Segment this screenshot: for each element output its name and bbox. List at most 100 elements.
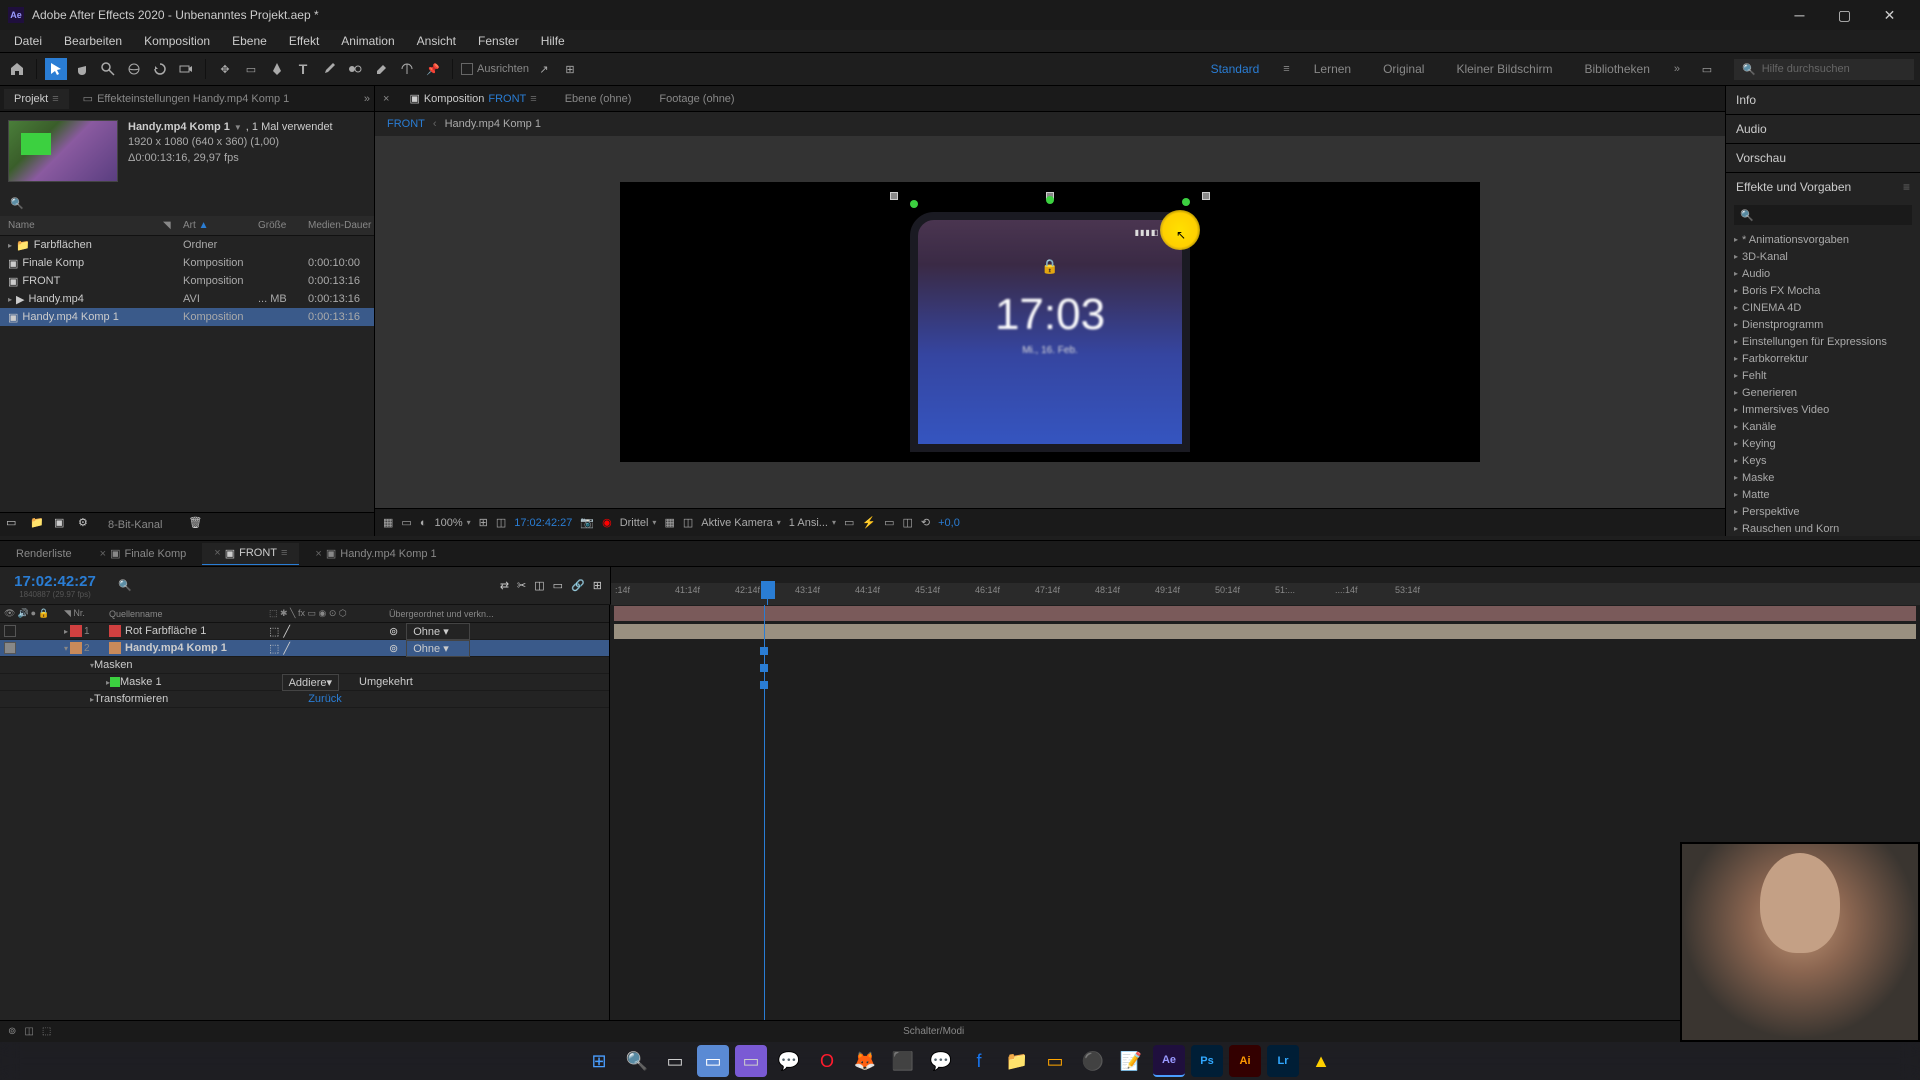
eraser-tool[interactable]: [370, 58, 392, 80]
region-button[interactable]: ◐: [420, 517, 427, 529]
panel-info[interactable]: Info: [1726, 86, 1920, 114]
snapshot-button[interactable]: 📷: [580, 516, 594, 529]
new-folder-button[interactable]: 📁: [30, 516, 48, 534]
align-checkbox[interactable]: [461, 63, 473, 75]
mask-item[interactable]: ▸ Maske 1 Addiere▾ Umgekehrt: [0, 674, 609, 691]
camera-tool[interactable]: [175, 58, 197, 80]
menu-ebene[interactable]: Ebene: [222, 32, 277, 50]
menu-ansicht[interactable]: Ansicht: [407, 32, 466, 50]
tl-ctrl-6[interactable]: ⊞: [593, 579, 602, 592]
effect-category[interactable]: ▸ CINEMA 4D: [1726, 299, 1920, 316]
transform-group[interactable]: ▸ Transformieren Zurück: [0, 691, 609, 708]
comp-path-handy[interactable]: Handy.mp4 Komp 1: [445, 118, 541, 130]
transparency-button[interactable]: ▦: [664, 516, 674, 529]
pen-tool[interactable]: [266, 58, 288, 80]
taskbar-illustrator[interactable]: Ai: [1229, 1045, 1261, 1077]
fast-preview-button[interactable]: ⚡: [862, 516, 876, 529]
list-item[interactable]: ▣ Finale Komp Komposition 0:00:10:00: [0, 254, 374, 272]
tl-ctrl-4[interactable]: ▭: [553, 579, 563, 592]
resolution-select[interactable]: Drittel ▾: [620, 517, 657, 529]
timeline-button[interactable]: ▭: [884, 516, 894, 529]
viewer-tab-ebene[interactable]: Ebene (ohne): [557, 89, 640, 109]
tab-renderliste[interactable]: Renderliste: [4, 544, 84, 564]
snap-tool[interactable]: ↗: [533, 58, 555, 80]
col-type[interactable]: Art ▲: [183, 220, 258, 231]
playhead[interactable]: [761, 581, 775, 599]
asset-thumbnail[interactable]: [8, 120, 118, 182]
taskbar-whatsapp[interactable]: 💬: [773, 1045, 805, 1077]
effect-category[interactable]: ▸ Generieren: [1726, 384, 1920, 401]
taskbar-messenger[interactable]: 💬: [925, 1045, 957, 1077]
tl-footer-btn[interactable]: ⬚: [42, 1026, 51, 1037]
rotation-tool[interactable]: [149, 58, 171, 80]
timeline-ruler[interactable]: :14f41:14f42:14f43:14f44:14f45:14f46:14f…: [610, 567, 1920, 604]
taskbar-photoshop[interactable]: Ps: [1191, 1045, 1223, 1077]
list-item[interactable]: ▸📁 Farbflächen Ordner: [0, 236, 374, 254]
taskbar-obs[interactable]: ⚫: [1077, 1045, 1109, 1077]
shape-tool[interactable]: ▭: [240, 58, 262, 80]
taskbar-explorer[interactable]: ▭: [697, 1045, 729, 1077]
timeline-timecode[interactable]: 17:02:42:27: [14, 573, 96, 590]
col-duration[interactable]: Medien-Dauer: [308, 220, 378, 231]
switches-modes-label[interactable]: Schalter/Modi: [59, 1026, 1808, 1037]
anchor-tool[interactable]: ✥: [214, 58, 236, 80]
close-button[interactable]: ✕: [1867, 0, 1912, 30]
selection-tool[interactable]: [45, 58, 67, 80]
viewer-tab-footage[interactable]: Footage (ohne): [651, 89, 742, 109]
flowchart-button[interactable]: ◫: [902, 516, 912, 529]
minimize-button[interactable]: ─: [1777, 0, 1822, 30]
menu-fenster[interactable]: Fenster: [468, 32, 529, 50]
effect-category[interactable]: ▸ Perspektive: [1726, 503, 1920, 520]
effect-category[interactable]: ▸ Matte: [1726, 486, 1920, 503]
parent-dropdown[interactable]: Ohne ▾: [406, 623, 470, 640]
puppet-tool[interactable]: 📌: [422, 58, 444, 80]
menu-datei[interactable]: Datei: [4, 32, 52, 50]
tl-ctrl-1[interactable]: ⇄: [500, 579, 509, 592]
effect-category[interactable]: ▸ Kanäle: [1726, 418, 1920, 435]
reset-link[interactable]: Zurück: [308, 693, 342, 705]
effect-category[interactable]: ▸ Maske: [1726, 469, 1920, 486]
taskbar-firefox[interactable]: 🦊: [849, 1045, 881, 1077]
channel-button[interactable]: ◉: [602, 516, 612, 529]
canvas[interactable]: ▮▮▮◧ ▮ 🔒 17:03 Mi., 16. Feb. ↖: [620, 182, 1480, 462]
mask-toggle[interactable]: ▭: [401, 516, 411, 529]
list-item[interactable]: ▸▶ Handy.mp4 AVI ... MB0:00:13:16: [0, 290, 374, 308]
hand-tool[interactable]: [71, 58, 93, 80]
camera-select[interactable]: Aktive Kamera ▾: [701, 517, 781, 529]
zoom-tool[interactable]: [97, 58, 119, 80]
taskbar-opera[interactable]: O: [811, 1045, 843, 1077]
taskbar-app2[interactable]: ⬛: [887, 1045, 919, 1077]
tab-front[interactable]: × ▣ FRONT ≡: [202, 543, 299, 565]
taskbar-aftereffects[interactable]: Ae: [1153, 1045, 1185, 1077]
grid-tool[interactable]: ⊞: [559, 58, 581, 80]
effect-category[interactable]: ▸ Farbkorrektur: [1726, 350, 1920, 367]
comp-path-front[interactable]: FRONT: [387, 118, 425, 130]
workspace-switcher[interactable]: ▭: [1696, 58, 1718, 80]
project-search[interactable]: 🔍: [8, 194, 26, 212]
taskbar-notepad[interactable]: 📝: [1115, 1045, 1147, 1077]
effect-category[interactable]: ▸ Audio: [1726, 265, 1920, 282]
taskbar-search[interactable]: 🔍: [621, 1045, 653, 1077]
tl-ctrl-3[interactable]: ◫: [534, 579, 544, 592]
maximize-button[interactable]: ▢: [1822, 0, 1867, 30]
clone-tool[interactable]: [344, 58, 366, 80]
delete-button[interactable]: 🗑: [188, 516, 206, 534]
brush-tool[interactable]: [318, 58, 340, 80]
taskbar-lightroom[interactable]: Lr: [1267, 1045, 1299, 1077]
new-comp-button[interactable]: ▣: [54, 516, 72, 534]
tab-effekteinstellungen[interactable]: ▭ Effekteinstellungen Handy.mp4 Komp 1: [73, 88, 300, 109]
masks-group[interactable]: ▾ Masken: [0, 657, 609, 674]
effect-category[interactable]: ▸ Rauschen und Korn: [1726, 520, 1920, 537]
orbit-tool[interactable]: [123, 58, 145, 80]
text-tool[interactable]: T: [292, 58, 314, 80]
menu-hilfe[interactable]: Hilfe: [531, 32, 575, 50]
viewer-tab-komposition[interactable]: ▣ Komposition FRONT ≡: [401, 88, 544, 109]
taskbar-folder[interactable]: 📁: [1001, 1045, 1033, 1077]
timeline-search[interactable]: 🔍: [118, 579, 132, 592]
panel-audio[interactable]: Audio: [1726, 115, 1920, 143]
alpha-button[interactable]: ▦: [383, 516, 393, 529]
tl-footer-btn[interactable]: ◫: [24, 1026, 33, 1037]
effects-search[interactable]: 🔍: [1734, 205, 1912, 225]
menu-komposition[interactable]: Komposition: [134, 32, 220, 50]
list-item[interactable]: ▣ FRONT Komposition 0:00:13:16: [0, 272, 374, 290]
